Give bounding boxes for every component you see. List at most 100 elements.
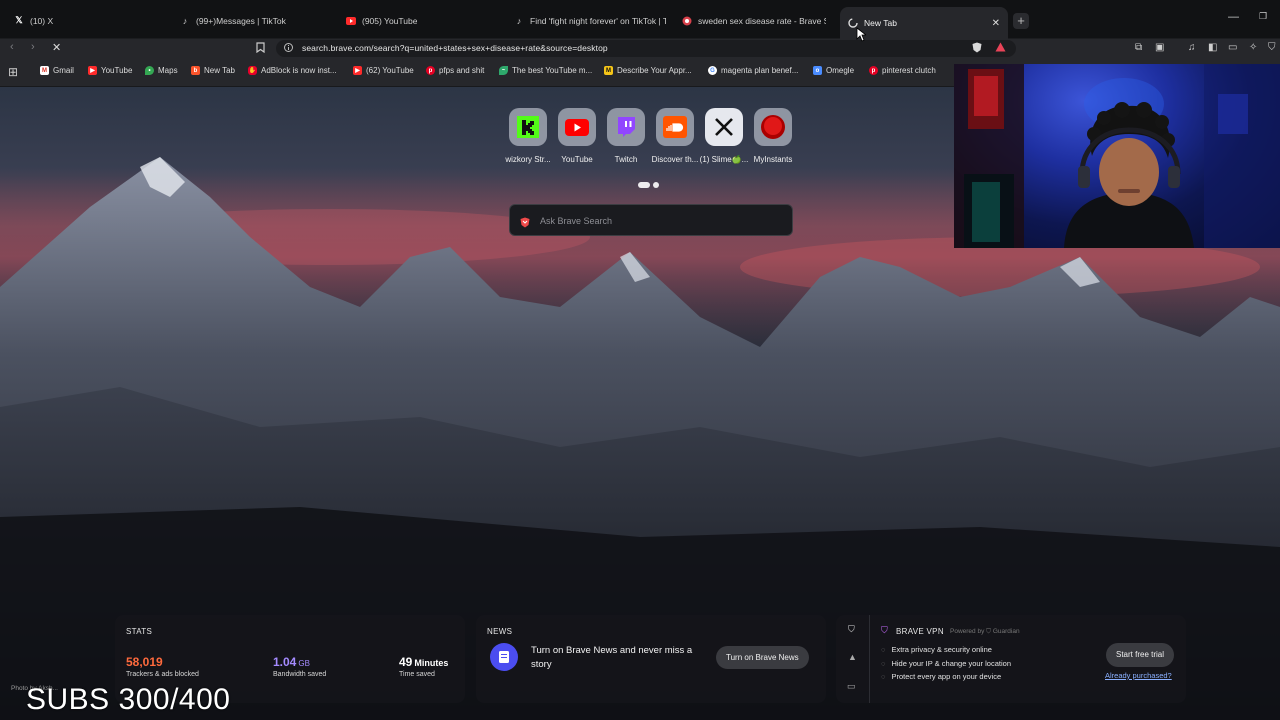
bookmark-pinterest-clutch[interactable]: p pinterest clutch bbox=[869, 66, 936, 75]
media-icon[interactable]: ♫ bbox=[1188, 42, 1196, 53]
youtube-icon: ▶ bbox=[353, 66, 362, 75]
vpn-feature: ◌ Hide your IP & change your location bbox=[881, 657, 1011, 671]
top-sites-grid: wizkory Str... YouTube Twitch Discover t… bbox=[500, 108, 800, 168]
new-tab-button[interactable]: + bbox=[1013, 13, 1029, 29]
bookmark-youtube-62[interactable]: ▶ (62) YouTube bbox=[353, 66, 414, 75]
bookmark-label: The best YouTube m... bbox=[512, 66, 593, 75]
tab-title: (905) YouTube bbox=[362, 15, 418, 26]
vpn-feature: ◌ Extra privacy & security online bbox=[881, 643, 1011, 657]
rewards-nav-icon[interactable]: ▲ bbox=[848, 652, 857, 662]
powered-text: Powered by bbox=[950, 628, 985, 635]
bookmark-label: Describe Your Appr... bbox=[617, 66, 692, 75]
news-icon bbox=[490, 643, 518, 671]
bookmark-pfps[interactable]: p pfps and shit bbox=[426, 66, 484, 75]
vpn-features: ◌ Extra privacy & security online ◌ Hide y… bbox=[881, 643, 1011, 684]
bookmark-label: New Tab bbox=[204, 66, 235, 75]
bandwidth-unit: GB bbox=[298, 659, 310, 668]
bookmark-adblock[interactable]: ✋ AdBlock is now inst... bbox=[248, 66, 337, 75]
minimize-icon[interactable]: — bbox=[1228, 11, 1239, 23]
vpn-widget: ⛉ ▲ ▭ ⛉ BRAVE VPN Powered by ⛉ Guardian … bbox=[836, 615, 1186, 703]
maps-icon: • bbox=[145, 66, 154, 75]
top-sites-pager[interactable] bbox=[638, 175, 662, 193]
tab-tiktok-search[interactable]: ♪ Find 'fight night forever' on TikTok |… bbox=[506, 8, 674, 33]
twitch-icon bbox=[607, 108, 645, 146]
tab-tiktok-messages[interactable]: ♪ (99+)Messages | TikTok bbox=[172, 8, 332, 33]
start-free-trial-button[interactable]: Start free trial bbox=[1106, 643, 1175, 667]
time-value: 49 bbox=[399, 655, 413, 669]
tab-youtube[interactable]: (905) YouTube bbox=[338, 8, 498, 33]
check-icon: ◌ bbox=[881, 658, 886, 668]
check-icon: ◌ bbox=[881, 645, 886, 654]
tab-title: (99+)Messages | TikTok bbox=[196, 15, 286, 26]
stop-loading-icon[interactable]: ✕ bbox=[52, 41, 61, 54]
omegle-icon: o bbox=[813, 66, 822, 75]
apps-grid-icon[interactable]: ⊞ bbox=[8, 65, 18, 79]
bookmark-label: AdBlock is now inst... bbox=[261, 66, 337, 75]
top-site-twitch[interactable]: Twitch bbox=[601, 108, 651, 164]
restore-icon[interactable]: ❐ bbox=[1259, 11, 1267, 22]
mouse-cursor-icon bbox=[856, 27, 868, 47]
tab-strip: 𝕏 (10) X ♪ (99+)Messages | TikTok (905) … bbox=[0, 0, 1280, 39]
already-purchased-link[interactable]: Already purchased? bbox=[1105, 671, 1172, 680]
tiktok-icon: ♪ bbox=[182, 15, 188, 26]
tab-title: sweden sex disease rate - Brave Searc bbox=[698, 15, 826, 26]
tab-brave-search[interactable]: sweden sex disease rate - Brave Searc bbox=[674, 8, 834, 33]
sidebar-icon[interactable]: ◧ bbox=[1208, 42, 1217, 53]
news-widget: NEWS Turn on Brave News and never miss a… bbox=[476, 615, 826, 703]
google-icon: G bbox=[708, 66, 717, 75]
stats-title: STATS bbox=[126, 627, 153, 636]
search-input[interactable] bbox=[540, 213, 780, 229]
extensions-icon[interactable]: ⧉ bbox=[1135, 42, 1142, 53]
top-site-myinstants[interactable]: MyInstants bbox=[748, 108, 798, 164]
top-site-kick[interactable]: wizkory Str... bbox=[503, 108, 553, 164]
top-site-label: YouTube bbox=[561, 155, 593, 164]
top-site-label: wizkory Str... bbox=[505, 155, 551, 164]
bookmark-describe[interactable]: M Describe Your Appr... bbox=[604, 66, 692, 75]
tab-title: New Tab bbox=[864, 18, 897, 28]
brave-shields-icon[interactable] bbox=[972, 42, 982, 56]
url-text[interactable]: search.brave.com/search?q=united+states+… bbox=[302, 43, 608, 53]
card-nav-icon[interactable]: ▭ bbox=[847, 681, 856, 692]
bookmark-label: YouTube bbox=[101, 66, 133, 75]
top-site-label: (1) Slime🍏... bbox=[699, 155, 749, 164]
screenshot-icon[interactable]: ▣ bbox=[1155, 42, 1164, 53]
bookmark-omegle[interactable]: o Omegle bbox=[813, 66, 854, 75]
turn-on-news-button[interactable]: Turn on Brave News bbox=[716, 646, 809, 669]
bookmark-label: pfps and shit bbox=[439, 66, 485, 75]
bookmark-icon[interactable] bbox=[256, 42, 265, 56]
leaf-icon: ~ bbox=[499, 66, 508, 75]
vpn-shield-nav-icon[interactable]: ⛉ bbox=[848, 624, 855, 635]
top-site-youtube[interactable]: YouTube bbox=[552, 108, 602, 164]
gmail-icon: M bbox=[40, 66, 49, 75]
bookmark-magenta[interactable]: G magenta plan benef... bbox=[708, 66, 798, 75]
bookmark-best-youtube[interactable]: ~ The best YouTube m... bbox=[499, 66, 592, 75]
back-icon[interactable]: ‹ bbox=[10, 41, 14, 53]
bookmark-maps[interactable]: • Maps bbox=[145, 66, 178, 75]
brave-search-box[interactable] bbox=[509, 204, 793, 236]
bandwidth-value: 1.04 bbox=[273, 655, 297, 669]
bookmark-youtube[interactable]: ▶ YouTube bbox=[88, 66, 132, 75]
bookmark-label: Gmail bbox=[53, 66, 74, 75]
top-site-label: Discover th... bbox=[651, 155, 699, 164]
leo-ai-icon[interactable]: ✧ bbox=[1249, 42, 1257, 53]
forward-icon[interactable]: › bbox=[31, 41, 35, 53]
m-icon: M bbox=[604, 66, 613, 75]
feature-text: Extra privacy & security online bbox=[891, 645, 992, 654]
top-site-x[interactable]: (1) Slime🍏... bbox=[699, 108, 749, 164]
bookmark-gmail[interactable]: M Gmail bbox=[40, 66, 74, 75]
close-tab-icon[interactable]: ✕ bbox=[992, 18, 1000, 29]
wallet-icon[interactable]: ▭ bbox=[1228, 42, 1237, 53]
vpn-powered-by: Powered by ⛉ Guardian bbox=[950, 628, 1020, 636]
check-icon: ◌ bbox=[881, 672, 886, 681]
bookmark-new-tab[interactable]: b New Tab bbox=[191, 66, 235, 75]
top-site-soundcloud[interactable]: Discover th... bbox=[650, 108, 700, 164]
site-info-icon[interactable] bbox=[284, 43, 293, 55]
vpn-title: BRAVE VPN bbox=[896, 627, 944, 636]
tiktok-icon: ♪ bbox=[516, 15, 522, 26]
news-headline: Turn on Brave News and never miss a stor… bbox=[531, 645, 693, 670]
tab-x[interactable]: 𝕏 (10) X bbox=[6, 8, 166, 33]
vpn-icon[interactable]: ⛉ bbox=[1268, 42, 1276, 53]
brave-rewards-icon[interactable] bbox=[995, 42, 1006, 55]
pinterest-icon: p bbox=[869, 66, 878, 75]
feature-text: Protect every app on your device bbox=[891, 672, 1002, 681]
